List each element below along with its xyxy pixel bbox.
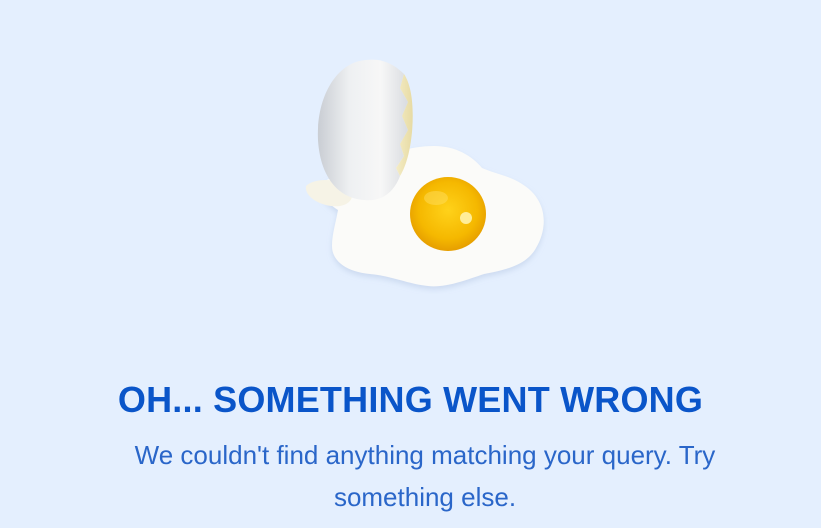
error-empty-state: OH... SOMETHING WENT WRONG We couldn't f… (0, 0, 821, 528)
yolk-shape (410, 177, 486, 251)
error-message: We couldn't find anything matching your … (134, 440, 716, 512)
error-title: OH... SOMETHING WENT WRONG (117, 379, 704, 420)
eggshell-shape (317, 59, 408, 201)
cracked-egg-icon (305, 59, 544, 287)
